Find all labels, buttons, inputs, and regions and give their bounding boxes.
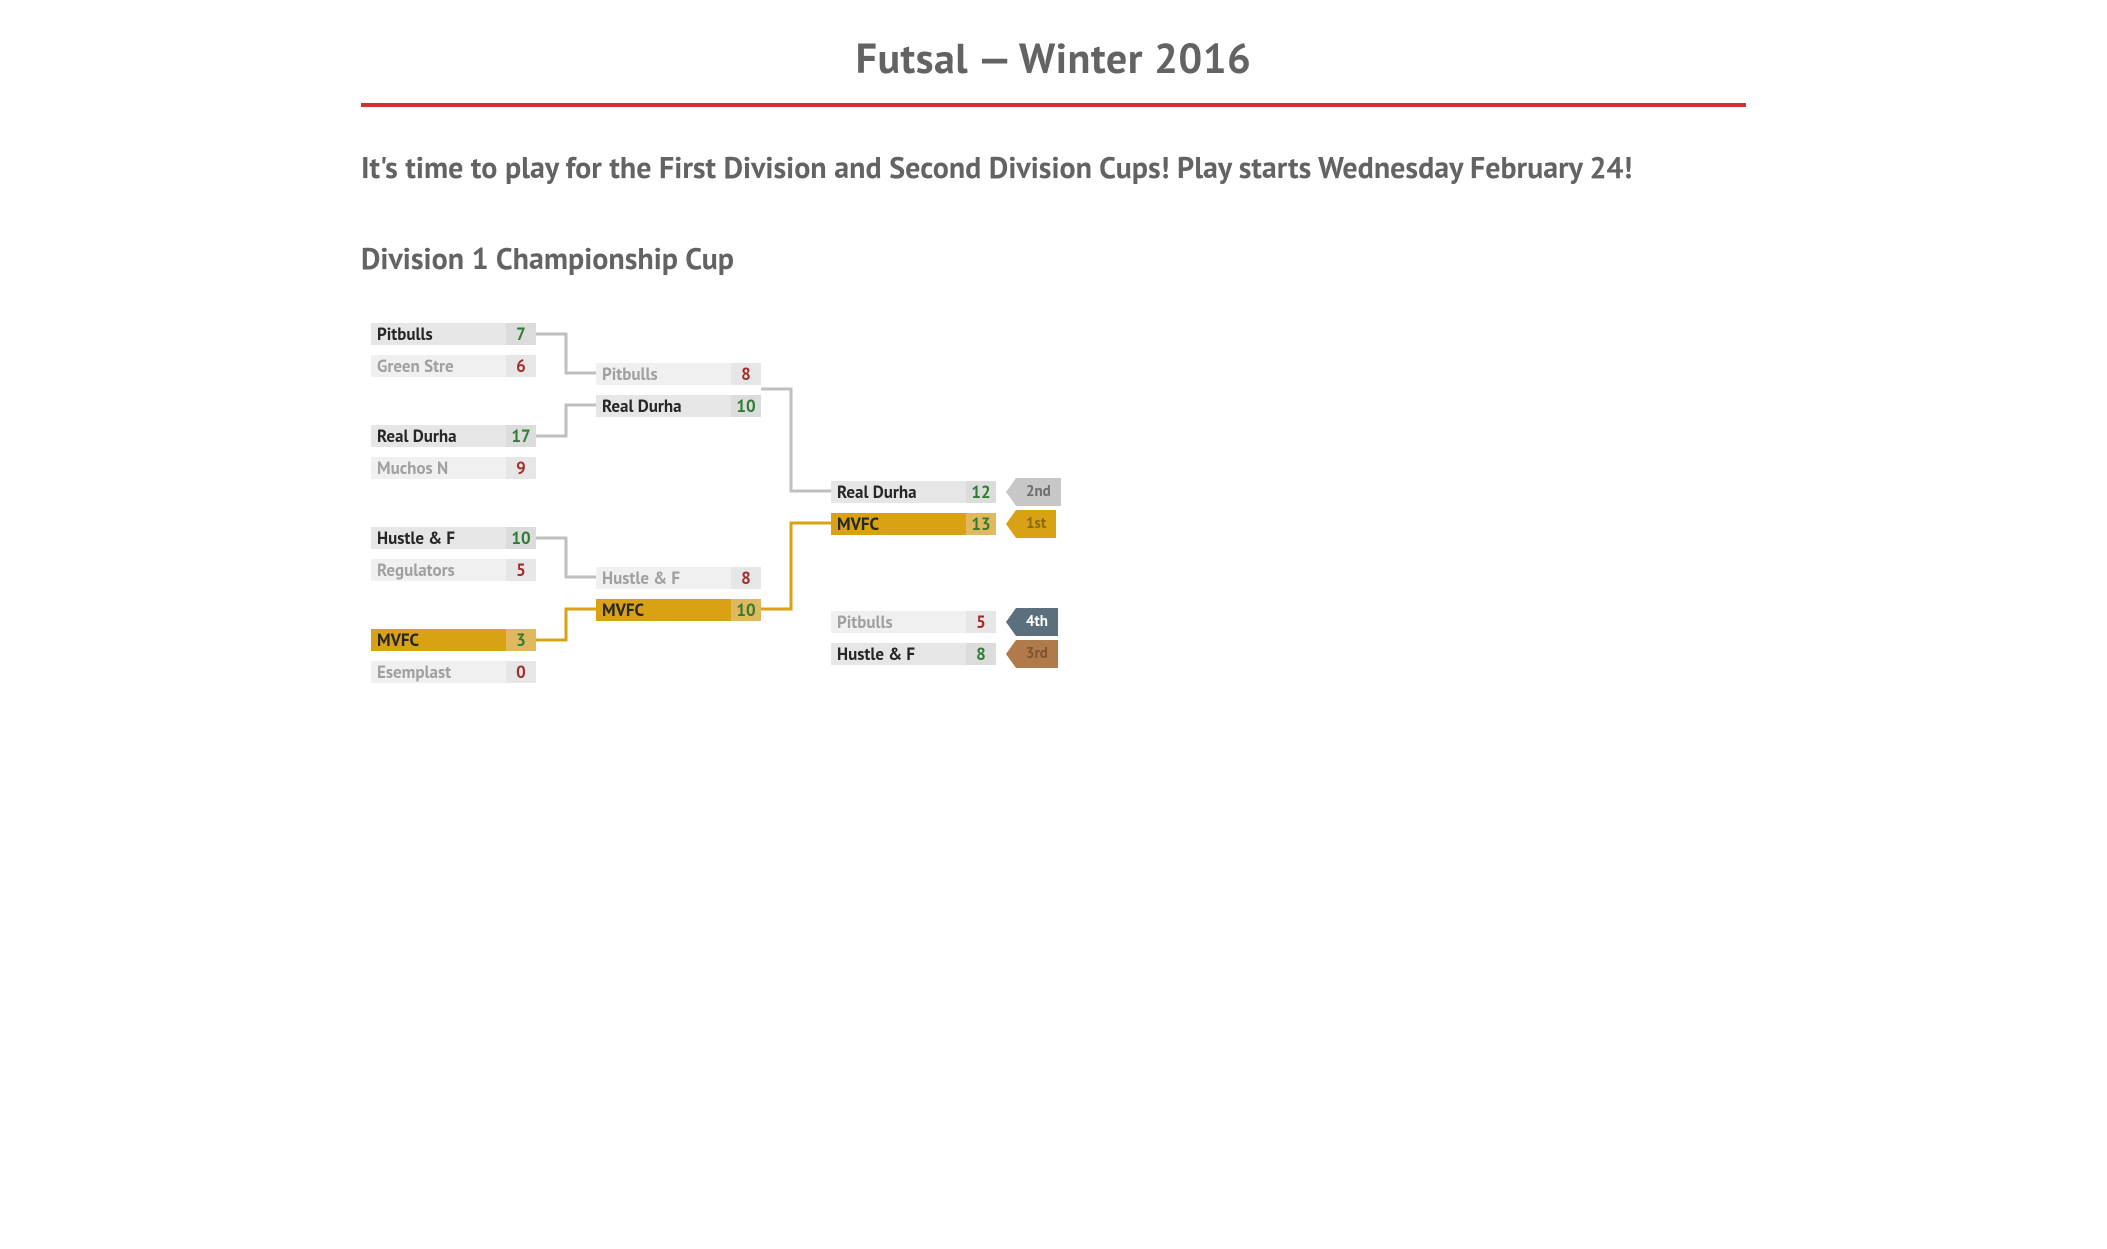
team-name: Pitbulls [371, 323, 506, 345]
team-score: 10 [731, 599, 761, 621]
team-name: Regulators [371, 559, 506, 581]
team-name: Pitbulls [596, 363, 731, 385]
team-score: 17 [506, 425, 536, 447]
team-row: Pitbulls 7 [371, 318, 536, 350]
team-row: Muchos N 9 [371, 452, 536, 484]
team-score: 3 [506, 629, 536, 651]
team-score: 9 [506, 457, 536, 479]
r1-match-1: Pitbulls 7 Green Stre 6 [371, 318, 536, 382]
team-score: 6 [506, 355, 536, 377]
team-name: Esemplast [371, 661, 506, 683]
team-score: 10 [506, 527, 536, 549]
badge-fourth: 4th [1016, 608, 1058, 636]
team-row: MVFC 3 [371, 624, 536, 656]
team-row: Real Durha 17 [371, 420, 536, 452]
r1-match-2: Real Durha 17 Muchos N 9 [371, 420, 536, 484]
team-score: 8 [731, 363, 761, 385]
r2-match-1: Pitbulls 8 Real Durha 10 [596, 358, 761, 422]
team-score: 12 [966, 481, 996, 503]
team-score: 13 [966, 513, 996, 535]
team-name: Muchos N [371, 457, 506, 479]
final-match: Real Durha 12 MVFC 13 [831, 476, 996, 540]
third-place-match: Pitbulls 5 Hustle & F 8 [831, 606, 996, 670]
badge-first: 1st [1016, 510, 1056, 538]
team-score: 8 [731, 567, 761, 589]
r1-match-4: MVFC 3 Esemplast 0 [371, 624, 536, 688]
team-row: MVFC 10 [596, 594, 761, 626]
team-score: 0 [506, 661, 536, 683]
team-row: Pitbulls 8 [596, 358, 761, 390]
team-row: MVFC 13 [831, 508, 996, 540]
team-row: Hustle & F 8 [596, 562, 761, 594]
team-name: MVFC [371, 629, 506, 651]
bracket: Pitbulls 7 Green Stre 6 Real Durha 17 Mu… [371, 318, 1746, 718]
team-name: Real Durha [371, 425, 506, 447]
team-name: Hustle & F [831, 643, 966, 665]
team-name: MVFC [596, 599, 731, 621]
team-score: 7 [506, 323, 536, 345]
team-score: 5 [506, 559, 536, 581]
divider [361, 103, 1746, 107]
team-name: Green Stre [371, 355, 506, 377]
lead-text: It's time to play for the First Division… [361, 147, 1746, 189]
badge-third: 3rd [1016, 640, 1058, 668]
page-title: Futsal — Winter 2016 [361, 30, 1746, 85]
r2-match-2: Hustle & F 8 MVFC 10 [596, 562, 761, 626]
team-score: 5 [966, 611, 996, 633]
section-title: Division 1 Championship Cup [361, 239, 1746, 278]
badge-second: 2nd [1016, 478, 1061, 506]
team-name: MVFC [831, 513, 966, 535]
team-row: Hustle & F 8 [831, 638, 996, 670]
team-name: Real Durha [831, 481, 966, 503]
team-name: Hustle & F [371, 527, 506, 549]
team-score: 8 [966, 643, 996, 665]
team-row: Real Durha 10 [596, 390, 761, 422]
team-name: Hustle & F [596, 567, 731, 589]
team-row: Hustle & F 10 [371, 522, 536, 554]
team-row: Pitbulls 5 [831, 606, 996, 638]
team-row: Esemplast 0 [371, 656, 536, 688]
team-name: Pitbulls [831, 611, 966, 633]
r1-match-3: Hustle & F 10 Regulators 5 [371, 522, 536, 586]
team-row: Real Durha 12 [831, 476, 996, 508]
team-name: Real Durha [596, 395, 731, 417]
team-row: Regulators 5 [371, 554, 536, 586]
team-row: Green Stre 6 [371, 350, 536, 382]
team-score: 10 [731, 395, 761, 417]
